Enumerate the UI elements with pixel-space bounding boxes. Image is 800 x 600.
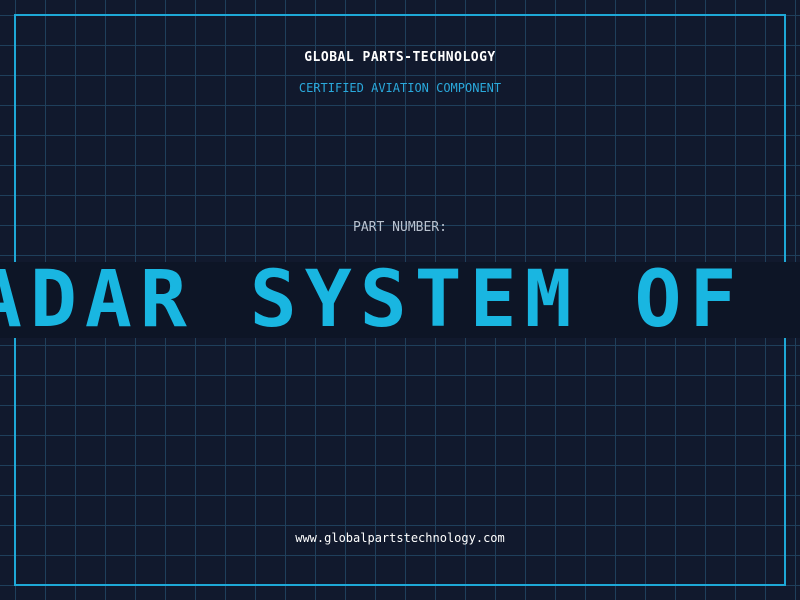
website-url: www.globalpartstechnology.com xyxy=(295,531,505,545)
part-number-value: ADAR SYSTEM OF INDI xyxy=(0,262,800,338)
part-number-banner: ADAR SYSTEM OF INDI xyxy=(0,262,800,338)
brand-subtitle: CERTIFIED AVIATION COMPONENT xyxy=(298,81,502,95)
certificate-page: GLOBAL PARTS-TECHNOLOGY CERTIFIED AVIATI… xyxy=(0,0,800,600)
part-number-label: PART NUMBER: xyxy=(353,220,447,235)
brand-title: GLOBAL PARTS-TECHNOLOGY xyxy=(304,50,496,65)
